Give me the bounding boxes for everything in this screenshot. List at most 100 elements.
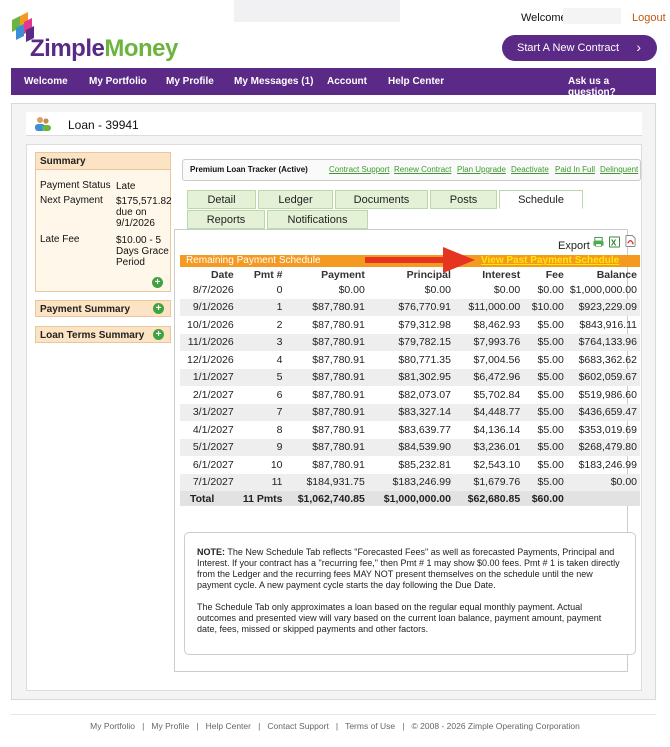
cell-date: 12/1/2026 (187, 353, 234, 366)
export-label: Export (558, 240, 590, 252)
footer-copyright: © 2008 - 2026 Zimple Operating Corporati… (411, 721, 580, 731)
table-row: 2/1/2027 6 $87,780.91 $82,073.07 $5,702.84 $5… (180, 386, 640, 404)
tracker-link-plan-upgrade[interactable]: Plan Upgrade (457, 165, 506, 174)
summary-expand-plus-icon[interactable]: + (152, 277, 163, 288)
nav-my-profile[interactable]: My Profile (166, 76, 214, 87)
cell-fee: $5.00 (523, 438, 567, 456)
start-new-contract-button[interactable]: Start A New Contract › (502, 35, 657, 61)
users-icon (35, 117, 51, 131)
footer-link-terms[interactable]: Terms of Use (345, 721, 395, 731)
cell-fee: $5.00 (523, 368, 567, 386)
footer-link-portfolio[interactable]: My Portfolio (90, 721, 135, 731)
total-principal: $1,000,000.00 (367, 491, 454, 506)
nav-help-center[interactable]: Help Center (388, 76, 444, 87)
schedule-note: NOTE: The New Schedule Tab reflects "For… (184, 532, 636, 655)
cell-payment: $184,931.75 (285, 473, 368, 491)
cell-principal: $183,246.99 (367, 473, 454, 491)
nav-my-portfolio[interactable]: My Portfolio (89, 76, 147, 87)
cell-balance: $268,479.80 (566, 438, 640, 456)
payment-summary-label: Payment Summary (40, 304, 131, 315)
cell-fee: $5.00 (523, 473, 567, 491)
cell-date: 6/1/2027 (192, 458, 234, 471)
cell-payment: $0.00 (338, 283, 365, 296)
cell-pmt: 9 (236, 438, 286, 456)
cell-interest: $2,543.10 (473, 458, 521, 471)
tab-posts[interactable]: Posts (430, 190, 497, 209)
table-row: 8/7/2026 0 $0.00 $0.00 $0.00 $0.00 $1,000,000.… (180, 281, 640, 299)
tab-reports[interactable]: Reports (187, 210, 265, 229)
loan-terms-summary-section[interactable]: Loan Terms Summary + (35, 326, 171, 343)
zimple-money-logo[interactable]: ZimpleMoney (10, 10, 178, 62)
footer-link-contact[interactable]: Contact Support (267, 721, 328, 731)
footer-separator: | (142, 721, 145, 731)
cell-interest: $7,993.76 (453, 333, 524, 351)
loan-terms-plus-icon[interactable]: + (153, 329, 164, 340)
cell-balance: $519,986.60 (578, 388, 637, 401)
cell-payment: $87,780.91 (312, 423, 365, 436)
cell-principal: $84,539.90 (367, 438, 454, 456)
nav-account[interactable]: Account (327, 76, 367, 87)
cell-payment: $87,780.91 (285, 403, 368, 421)
total-interest: $62,680.85 (453, 491, 524, 506)
tab-detail[interactable]: Detail (187, 190, 256, 209)
cell-pmt: 2 (276, 318, 283, 331)
payment-summary-plus-icon[interactable]: + (153, 303, 164, 314)
cell-date: 11/1/2026 (180, 333, 237, 351)
start-button-label: Start A New Contract (517, 42, 620, 54)
cell-date: 9/1/2026 (180, 298, 237, 316)
chevron-right-icon: › (636, 39, 641, 55)
footer-separator: | (402, 721, 405, 731)
cell-principal: $76,770.91 (367, 298, 454, 316)
footer-link-profile[interactable]: My Profile (151, 721, 189, 731)
note-paragraph-1: NOTE: The New Schedule Tab reflects "For… (197, 547, 620, 590)
footer-separator: | (258, 721, 261, 731)
tab-notifications[interactable]: Notifications (267, 210, 368, 229)
nav-ask-question[interactable]: Ask us a question? (568, 76, 656, 98)
cell-principal: $83,639.77 (398, 423, 451, 436)
cell-payment: $87,780.91 (312, 353, 365, 366)
view-past-schedule-link[interactable]: View Past Payment Schedule (481, 255, 619, 266)
footer-link-help[interactable]: Help Center (206, 721, 251, 731)
payment-status-label: Payment Status (40, 180, 111, 191)
logout-link[interactable]: Logout (632, 12, 666, 24)
cell-balance: $923,229.09 (566, 298, 640, 316)
footer-divider (11, 714, 656, 715)
pdf-icon[interactable] (625, 235, 636, 247)
cell-principal: $82,073.07 (398, 388, 451, 401)
cell-balance: $764,133.96 (566, 333, 640, 351)
payment-status-value: Late (116, 181, 136, 192)
cell-pmt: 1 (236, 298, 286, 316)
cell-pmt: 6 (276, 388, 283, 401)
premium-loan-tracker: Premium Loan Tracker (Active) Contract S… (182, 159, 641, 181)
cell-principal: $79,782.15 (367, 333, 454, 351)
tracker-link-paid-in-full[interactable]: Paid In Full (555, 165, 595, 174)
cell-fee: $5.00 (537, 318, 564, 331)
payment-summary-section[interactable]: Payment Summary + (35, 300, 171, 317)
top-gray-bar (234, 0, 400, 22)
tab-documents[interactable]: Documents (335, 190, 428, 209)
print-icon[interactable] (593, 236, 604, 248)
nav-welcome[interactable]: Welcome (24, 76, 68, 87)
tracker-link-delinquent[interactable]: Delinquent (600, 165, 638, 174)
tracker-link-renew-contract[interactable]: Renew Contract (394, 165, 451, 174)
col-date: Date (210, 268, 234, 281)
cell-interest: $8,462.93 (473, 318, 521, 331)
tracker-link-deactivate[interactable]: Deactivate (511, 165, 549, 174)
cell-pmt: 10 (270, 458, 283, 471)
note-paragraph-2: The Schedule Tab only approximates a loa… (197, 602, 602, 634)
late-fee-label: Late Fee (40, 234, 80, 245)
cell-date: 1/1/2027 (180, 368, 237, 386)
col-pmt: Pmt # (253, 268, 283, 281)
tab-schedule[interactable]: Schedule (499, 190, 583, 209)
tab-ledger[interactable]: Ledger (258, 190, 333, 209)
excel-icon[interactable]: X (609, 236, 620, 248)
col-interest: Interest (482, 268, 521, 281)
total-row: Total 11 Pmts $1,062,740.85 $1,000,000.00 $6… (180, 491, 640, 506)
user-name-redacted (563, 8, 621, 24)
table-row: 12/1/2026 4 $87,780.91 $80,771.35 $7,004.56 $… (180, 351, 640, 369)
loan-bar: Loan - 39941 (26, 112, 642, 136)
nav-my-messages[interactable]: My Messages (1) (234, 76, 313, 87)
loan-title: Loan - 39941 (68, 118, 139, 132)
tracker-link-contract-support[interactable]: Contract Support (329, 165, 389, 174)
cell-interest: $11,000.00 (453, 298, 524, 316)
